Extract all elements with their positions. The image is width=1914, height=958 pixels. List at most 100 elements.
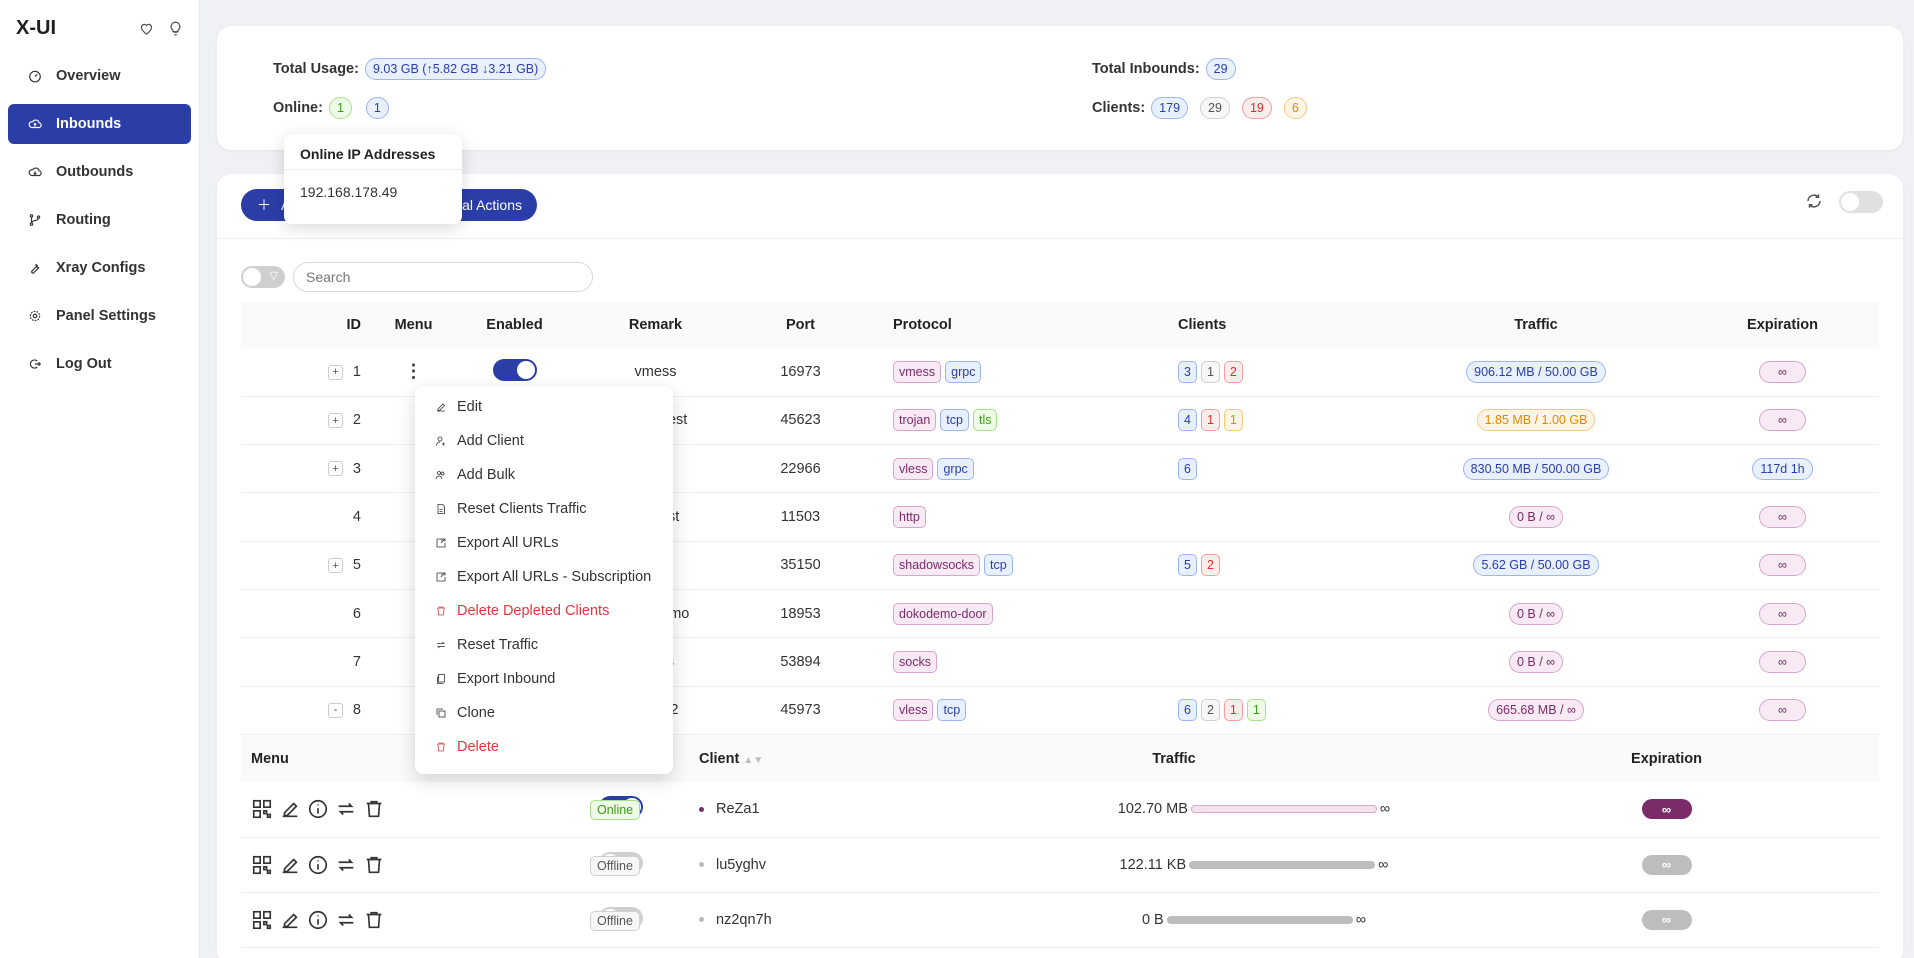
users-add-icon	[435, 471, 445, 480]
menu-item-export-all-urls[interactable]: Export All URLs	[415, 526, 673, 560]
clients-disabled[interactable]: 29	[1200, 97, 1230, 119]
clients-depleted[interactable]: 1	[1200, 409, 1220, 432]
menu-item-add-client[interactable]: Add Client	[415, 424, 673, 458]
menu-item-label: Reset Traffic	[457, 637, 539, 653]
sidebar-item-panel-settings[interactable]: Panel Settings	[8, 296, 191, 336]
delete-icon[interactable]	[363, 909, 385, 931]
sidebar-nav: Overview Inbounds Outbounds Routing Xray…	[0, 56, 199, 384]
general-actions-button[interactable]: al Actions	[462, 197, 522, 213]
divider	[217, 238, 1903, 239]
auto-refresh-switch[interactable]	[1839, 191, 1883, 213]
expand-button[interactable]: +	[327, 364, 343, 380]
filter-switch[interactable]: ▽	[241, 266, 285, 288]
clients-total[interactable]: 179	[1151, 97, 1189, 119]
search-input[interactable]	[293, 262, 593, 292]
reset-traffic-icon[interactable]	[335, 798, 357, 820]
reset-traffic-icon[interactable]	[335, 909, 357, 931]
menu-item-reset-clients-traffic[interactable]: Reset Clients Traffic	[415, 492, 673, 526]
reset-traffic-icon[interactable]	[335, 854, 357, 876]
menu-item-label: Delete	[457, 739, 499, 755]
export-icon	[436, 572, 446, 582]
delete-icon[interactable]	[363, 798, 385, 820]
expiry-tag: ∞	[1759, 506, 1806, 529]
menu-item-label: Reset Clients Traffic	[457, 501, 587, 517]
sidebar-item-xray-configs[interactable]: Xray Configs	[8, 248, 191, 288]
expand-button[interactable]: +	[327, 558, 343, 573]
clients-depleted[interactable]: 1	[1223, 699, 1243, 722]
refresh-icon[interactable]	[1805, 192, 1823, 210]
sidebar-item-log-out[interactable]: Log Out	[8, 344, 191, 384]
inbound-port: 18953	[738, 589, 863, 639]
inbound-id: 7	[352, 653, 361, 670]
clients-online[interactable]: 1	[1246, 699, 1266, 722]
qrcode-icon[interactable]	[251, 909, 273, 931]
clients-depleted[interactable]: 2	[1223, 360, 1243, 383]
sort-icon[interactable]: ▲▼	[743, 755, 763, 766]
export-icon	[436, 538, 446, 548]
client-traffic: 102.70 MB	[1117, 801, 1188, 818]
menu-item-add-bulk[interactable]: Add Bulk	[415, 458, 673, 492]
info-icon[interactable]	[307, 854, 329, 876]
menu-item-edit[interactable]: Edit	[415, 390, 673, 424]
sidebar-item-label: Outbounds	[56, 164, 134, 180]
clients-disabled[interactable]: 1	[1200, 360, 1220, 383]
delete-icon[interactable]	[363, 854, 385, 876]
sidebar-item-routing[interactable]: Routing	[8, 200, 191, 240]
menu-item-clone[interactable]: Clone	[415, 696, 673, 730]
clients-count[interactable]: 4	[1178, 409, 1197, 432]
client-name: lu5yghv	[716, 856, 766, 873]
client-name: nz2qn7h	[716, 911, 772, 928]
col-clients: Clients	[1148, 302, 1386, 348]
heart-icon[interactable]	[139, 21, 154, 36]
menu-item-export-subscription[interactable]: Export All URLs - Subscription	[415, 560, 673, 594]
snippets-icon	[437, 674, 445, 684]
enabled-switch[interactable]	[492, 358, 537, 381]
online-ip-popover: Online IP Addresses 192.168.178.49	[284, 134, 462, 224]
menu-item-delete[interactable]: Delete	[415, 730, 673, 764]
online-ip-count[interactable]: 1	[365, 97, 389, 119]
client-col-client[interactable]: Client ▲▼	[694, 736, 894, 782]
clients-depleted[interactable]: 19	[1241, 97, 1272, 119]
network-tag: tcp	[984, 554, 1013, 577]
gear-icon	[29, 310, 41, 322]
clients-depleted[interactable]: 2	[1200, 554, 1220, 577]
sidebar-item-outbounds[interactable]: Outbounds	[8, 152, 191, 192]
clients-count[interactable]: 5	[1178, 554, 1197, 577]
user-add-icon	[436, 436, 445, 446]
expiry-tag: ∞	[1759, 699, 1806, 722]
branch-icon	[29, 214, 41, 226]
clients-count[interactable]: 3	[1178, 360, 1197, 383]
retweet-icon	[437, 641, 445, 649]
edit-icon[interactable]	[279, 854, 301, 876]
inbound-id: 5	[352, 557, 361, 574]
menu-item-label: Export All URLs - Subscription	[457, 569, 652, 585]
sidebar-item-inbounds[interactable]: Inbounds	[8, 104, 191, 144]
expiry-tag: ∞	[1759, 409, 1806, 432]
collapse-button[interactable]: -	[327, 702, 343, 718]
client-status: Offline	[590, 910, 640, 931]
bulb-icon[interactable]	[168, 21, 183, 36]
info-icon[interactable]	[307, 798, 329, 820]
info-icon[interactable]	[307, 909, 329, 931]
sidebar-item-overview[interactable]: Overview	[8, 56, 191, 96]
qrcode-icon[interactable]	[251, 854, 273, 876]
menu-item-export-inbound[interactable]: Export Inbound	[415, 662, 673, 696]
menu-item-reset-traffic[interactable]: Reset Traffic	[415, 628, 673, 662]
clients-count[interactable]: 6	[1178, 457, 1197, 480]
clients-disabled[interactable]: 2	[1200, 699, 1220, 722]
expand-button[interactable]: +	[327, 461, 343, 477]
brand: X-UI	[0, 0, 199, 56]
edit-icon[interactable]	[279, 798, 301, 820]
clients-count[interactable]: 6	[1178, 699, 1197, 722]
network-tag: grpc	[937, 457, 974, 480]
expand-button[interactable]: +	[327, 413, 343, 429]
status-dot	[699, 862, 704, 868]
clients-expiring[interactable]: 6	[1283, 97, 1307, 119]
protocol-tag: http	[893, 506, 926, 529]
menu-item-delete-depleted-clients[interactable]: Delete Depleted Clients	[415, 594, 673, 628]
client-row: Offline nz2qn7h 0 B ∞ ∞	[241, 892, 1879, 948]
qrcode-icon[interactable]	[251, 798, 273, 820]
clients-expiring[interactable]: 1	[1223, 409, 1243, 432]
more-vertical-icon[interactable]: ⋮	[405, 361, 423, 381]
edit-icon[interactable]	[279, 909, 301, 931]
